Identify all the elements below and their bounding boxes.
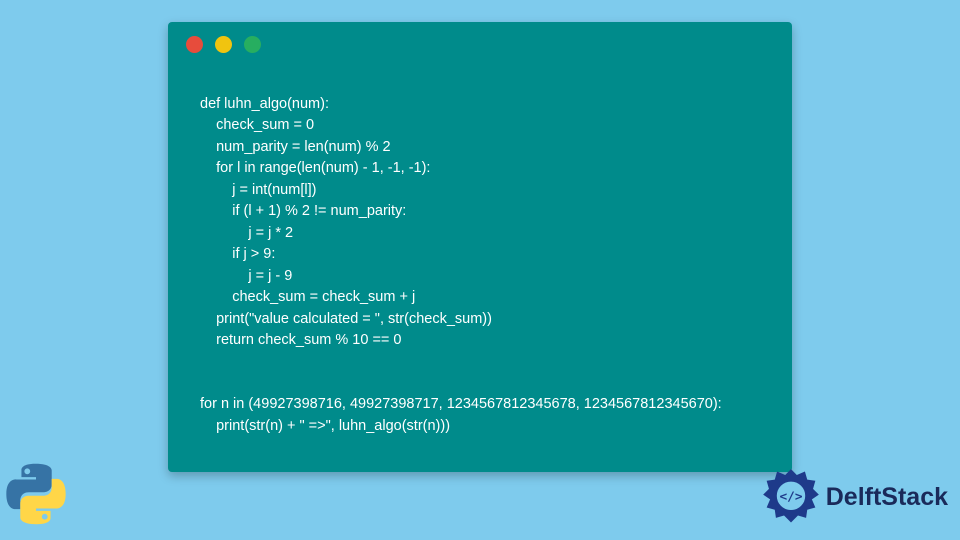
code-window: def luhn_algo(num): check_sum = 0 num_pa… — [168, 22, 792, 472]
delftstack-badge-icon: </> — [762, 468, 820, 526]
code-content: def luhn_algo(num): check_sum = 0 num_pa… — [168, 66, 792, 465]
minimize-icon — [215, 36, 232, 53]
delftstack-brand-text: DelftStack — [826, 483, 948, 512]
svg-text:</>: </> — [779, 489, 802, 504]
delftstack-logo: </> DelftStack — [762, 468, 948, 526]
maximize-icon — [244, 36, 261, 53]
close-icon — [186, 36, 203, 53]
window-titlebar — [168, 22, 792, 66]
python-logo-icon — [4, 462, 68, 526]
